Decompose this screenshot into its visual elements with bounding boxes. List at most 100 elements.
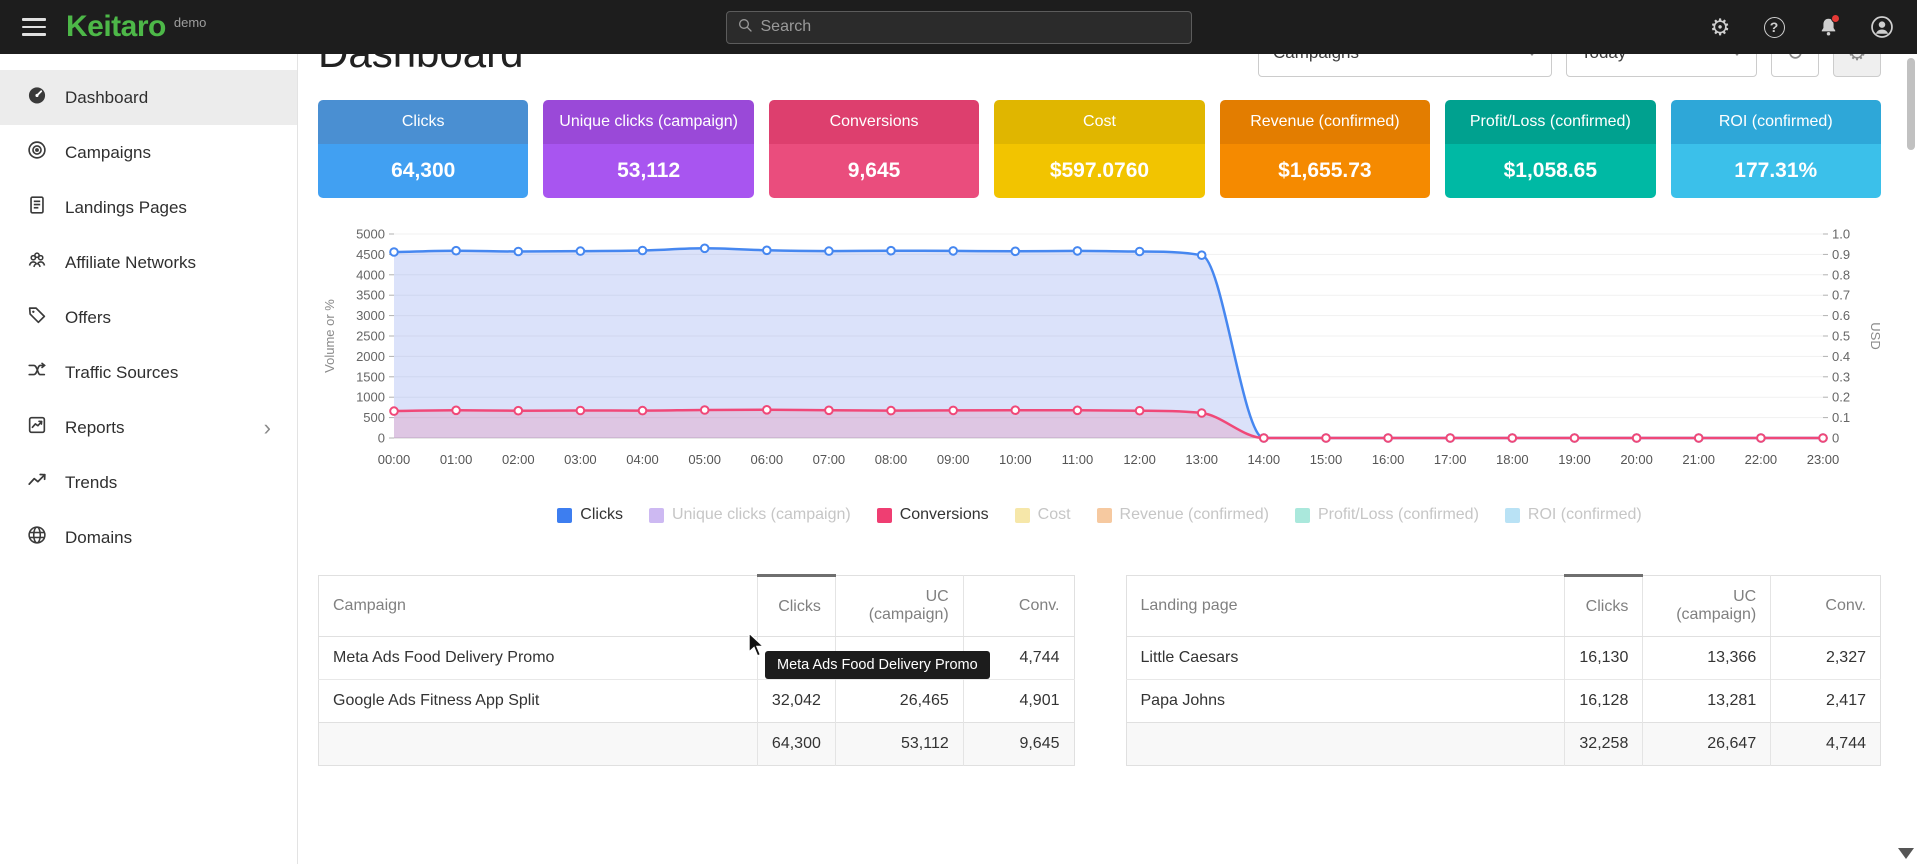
svg-text:0.2: 0.2 — [1832, 390, 1850, 405]
users-icon — [26, 249, 48, 276]
legend-label: Clicks — [580, 506, 623, 524]
svg-text:09:00: 09:00 — [937, 452, 970, 467]
uc-column-header[interactable]: UC (campaign) — [1643, 576, 1771, 637]
sidebar-item-label: Landings Pages — [65, 198, 187, 218]
svg-text:1000: 1000 — [356, 390, 385, 405]
sidebar-item-domains[interactable]: Domains — [0, 510, 297, 565]
campaign-column-header[interactable]: Campaign — [319, 576, 758, 637]
metric-label: Profit/Loss (confirmed) — [1445, 100, 1655, 144]
svg-text:06:00: 06:00 — [751, 452, 784, 467]
svg-text:20:00: 20:00 — [1620, 452, 1653, 467]
global-search[interactable] — [726, 11, 1192, 44]
metric-card-revenue[interactable]: Revenue (confirmed) $1,655.73 — [1220, 100, 1430, 198]
cell-total-clicks: 64,300 — [757, 723, 835, 766]
clicks-column-header[interactable]: Clicks — [1565, 576, 1643, 637]
svg-text:0.9: 0.9 — [1832, 247, 1850, 262]
sidebar-item-reports[interactable]: Reports › — [0, 400, 297, 455]
cell-total-conv: 9,645 — [963, 723, 1074, 766]
sidebar-item-dashboard[interactable]: Dashboard — [0, 70, 297, 125]
svg-text:12:00: 12:00 — [1123, 452, 1156, 467]
cell-conv: 2,417 — [1771, 680, 1881, 723]
metric-label: Unique clicks (campaign) — [543, 100, 753, 144]
sidebar-item-label: Traffic Sources — [65, 363, 178, 383]
metric-cards: Clicks 64,300 Unique clicks (campaign) 5… — [318, 100, 1881, 198]
legend-item[interactable]: Cost — [1015, 506, 1071, 524]
metric-card-cost[interactable]: Cost $597.0760 — [994, 100, 1204, 198]
sidebar-item-label: Domains — [65, 528, 132, 548]
campaigns-table: Campaign Clicks UC (campaign) Conv. Meta… — [318, 574, 1075, 766]
cell-campaign-name: Meta Ads Food Delivery Promo — [319, 637, 758, 680]
cell-clicks: 16,128 — [1565, 680, 1643, 723]
help-icon[interactable]: ? — [1761, 14, 1787, 40]
metric-card-profit-loss[interactable]: Profit/Loss (confirmed) $1,058.65 — [1445, 100, 1655, 198]
metric-value: 64,300 — [318, 144, 528, 198]
sidebar-item-offers[interactable]: Offers — [0, 290, 297, 345]
trending-up-icon — [26, 469, 48, 496]
svg-text:08:00: 08:00 — [875, 452, 908, 467]
cell-uc: 13,281 — [1643, 680, 1771, 723]
target-icon — [26, 139, 48, 166]
metric-value: 177.31% — [1671, 144, 1881, 198]
account-avatar-icon[interactable] — [1869, 14, 1895, 40]
sidebar-item-landings[interactable]: Landings Pages — [0, 180, 297, 235]
sidebar-item-label: Offers — [65, 308, 111, 328]
topbar: Keitaro demo ⚙ ? — [0, 0, 1917, 54]
sidebar-item-affiliate-networks[interactable]: Affiliate Networks — [0, 235, 297, 290]
app-logo[interactable]: Keitaro — [66, 10, 166, 44]
legend-item[interactable]: Clicks — [557, 506, 623, 524]
metric-card-roi[interactable]: ROI (confirmed) 177.31% — [1671, 100, 1881, 198]
svg-text:14:00: 14:00 — [1248, 452, 1281, 467]
dashboard-chart[interactable]: 0500100015002000250030003500400045005000… — [318, 224, 1881, 524]
svg-text:04:00: 04:00 — [626, 452, 659, 467]
metric-card-clicks[interactable]: Clicks 64,300 — [318, 100, 528, 198]
report-chart-icon — [26, 414, 48, 441]
table-row[interactable]: Little Caesars 16,130 13,366 2,327 — [1126, 637, 1881, 680]
uc-column-header[interactable]: UC (campaign) — [835, 576, 963, 637]
conv-column-header[interactable]: Conv. — [963, 576, 1074, 637]
scrollbar-thumb[interactable] — [1907, 58, 1915, 150]
sidebar-item-label: Affiliate Networks — [65, 253, 196, 273]
search-input[interactable] — [761, 18, 1181, 36]
mouse-cursor — [747, 632, 769, 663]
svg-text:4500: 4500 — [356, 247, 385, 262]
landing-column-header[interactable]: Landing page — [1126, 576, 1565, 637]
chart-canvas[interactable]: 0500100015002000250030003500400045005000… — [318, 224, 1881, 492]
legend-item[interactable]: Profit/Loss (confirmed) — [1295, 506, 1479, 524]
sidebar-item-label: Trends — [65, 473, 117, 493]
settings-icon[interactable]: ⚙ — [1707, 14, 1733, 40]
svg-text:500: 500 — [363, 410, 385, 425]
cell-conv: 4,901 — [963, 680, 1074, 723]
cell-empty — [319, 723, 758, 766]
metric-value: $1,058.65 — [1445, 144, 1655, 198]
legend-item[interactable]: Revenue (confirmed) — [1097, 506, 1269, 524]
cell-clicks: 16,130 — [1565, 637, 1643, 680]
menu-toggle-icon[interactable] — [22, 18, 46, 36]
metric-value: $1,655.73 — [1220, 144, 1430, 198]
conv-column-header[interactable]: Conv. — [1771, 576, 1881, 637]
sidebar-item-traffic-sources[interactable]: Traffic Sources — [0, 345, 297, 400]
scroll-down-arrow-icon[interactable] — [1898, 848, 1914, 859]
svg-text:03:00: 03:00 — [564, 452, 597, 467]
table-row[interactable]: Papa Johns 16,128 13,281 2,417 — [1126, 680, 1881, 723]
cell-empty — [1126, 723, 1565, 766]
cell-campaign-name: Google Ads Fitness App Split — [319, 680, 758, 723]
sidebar-item-trends[interactable]: Trends — [0, 455, 297, 510]
sidebar-item-label: Dashboard — [65, 88, 148, 108]
svg-text:5000: 5000 — [356, 227, 385, 242]
metric-card-conversions[interactable]: Conversions 9,645 — [769, 100, 979, 198]
notifications-bell-icon[interactable] — [1815, 14, 1841, 40]
legend-item[interactable]: Conversions — [877, 506, 989, 524]
totals-row: 32,258 26,647 4,744 — [1126, 723, 1881, 766]
svg-text:0.5: 0.5 — [1832, 329, 1850, 344]
svg-text:0.4: 0.4 — [1832, 349, 1850, 364]
sidebar-item-campaigns[interactable]: Campaigns — [0, 125, 297, 180]
metric-card-unique-clicks[interactable]: Unique clicks (campaign) 53,112 — [543, 100, 753, 198]
svg-text:21:00: 21:00 — [1682, 452, 1715, 467]
legend-swatch — [1097, 508, 1112, 523]
table-row[interactable]: Google Ads Fitness App Split 32,042 26,4… — [319, 680, 1075, 723]
clicks-column-header[interactable]: Clicks — [757, 576, 835, 637]
legend-item[interactable]: Unique clicks (campaign) — [649, 506, 851, 524]
cell-total-uc: 26,647 — [1643, 723, 1771, 766]
legend-swatch — [557, 508, 572, 523]
legend-item[interactable]: ROI (confirmed) — [1505, 506, 1642, 524]
